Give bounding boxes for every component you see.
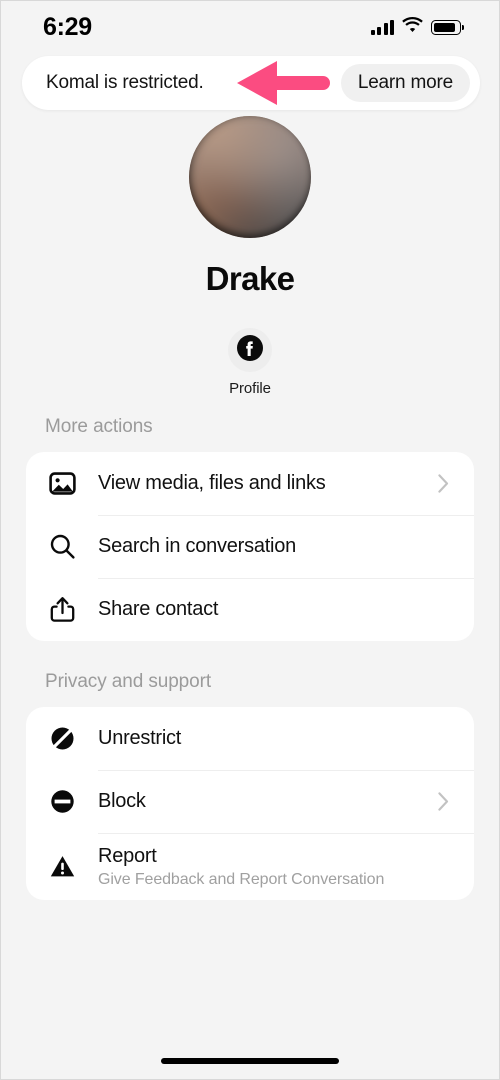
row-body: Share contact [98,586,438,633]
wifi-icon [402,17,423,37]
profile-action-button[interactable] [228,328,272,372]
status-bar-time: 6:29 [43,12,92,41]
row-title: Block [98,790,146,812]
row-title: Share contact [98,598,219,620]
page-title: Drake [205,260,295,297]
share-icon [26,596,98,623]
row-title: Search in conversation [98,535,296,557]
facebook-icon [237,334,263,366]
learn-more-button[interactable]: Learn more [340,64,470,102]
status-bar-icons [370,17,464,37]
row-subtitle: Give Feedback and Report Conversation [98,871,385,888]
section-privacy-support: Privacy and support Unrestrict Block Rep… [1,671,499,900]
section-more-actions: More actions View media, files and links [1,416,499,641]
chevron-right-icon [438,792,452,811]
row-body: Unrestrict [98,715,438,762]
row-body: Block [98,778,438,825]
row-block[interactable]: Block [26,770,474,833]
restrict-slash-icon [26,725,98,752]
home-indicator[interactable] [161,1058,339,1064]
restricted-banner: Komal is restricted. Learn more [22,56,480,110]
section-title-more-actions: More actions [45,416,153,437]
row-view-media[interactable]: View media, files and links [26,452,474,515]
section-title-privacy-support: Privacy and support [45,671,212,692]
phone-screen: 6:29 Komal is restricted. Learn more Dra… [0,0,500,1080]
row-body: Report Give Feedback and Report Conversa… [98,833,438,900]
status-bar: 6:29 [1,1,499,53]
quick-actions: Profile [228,328,272,397]
row-report[interactable]: Report Give Feedback and Report Conversa… [26,833,474,900]
search-icon [26,533,98,560]
row-unrestrict[interactable]: Unrestrict [26,707,474,770]
profile-header: Drake Profile [1,116,499,397]
row-title: Report [98,845,157,867]
row-body: Search in conversation [98,523,438,570]
row-search-conversation[interactable]: Search in conversation [26,515,474,578]
row-body: View media, files and links [98,460,438,507]
profile-action-label: Profile [229,380,271,397]
row-title: View media, files and links [98,472,326,494]
warning-triangle-icon [26,853,98,880]
row-share-contact[interactable]: Share contact [26,578,474,641]
chevron-right-icon [438,474,452,493]
row-title: Unrestrict [98,727,182,749]
privacy-support-card: Unrestrict Block Report Give Feedback an… [26,707,474,900]
avatar-ring [189,116,311,238]
avatar[interactable] [189,116,311,238]
block-icon [26,788,98,815]
battery-icon [431,19,464,35]
restricted-banner-message: Komal is restricted. [46,72,204,93]
photo-icon [26,470,98,497]
cellular-signal-icon [370,19,394,35]
more-actions-card: View media, files and links Search in co… [26,452,474,641]
